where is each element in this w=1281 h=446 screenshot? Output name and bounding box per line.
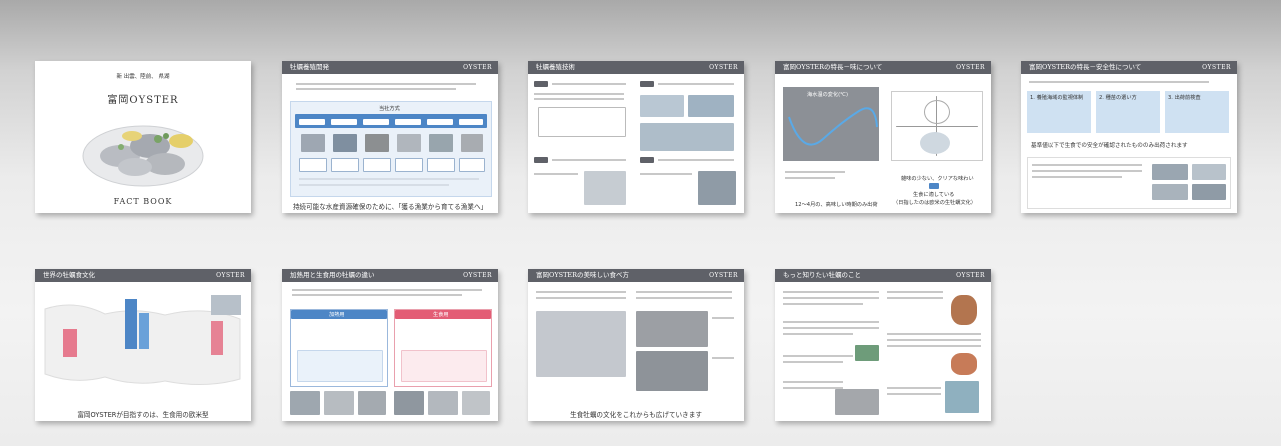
slide-title: 富岡OYSTERの美味しい食べ方 <box>536 271 630 279</box>
slide-thumbnail-9[interactable]: もっと知りたい牡蠣のこと OYSTER <box>775 269 991 421</box>
slide-thumbnail-2[interactable]: 牡蠣養殖開発 OYSTER 当社方式 持続可能な水産資源確保のために、「獲る漁業か… <box>282 61 498 213</box>
cover-subtitle: FACT BOOK <box>113 197 173 206</box>
slide-title: 加熱用と生食用の牡蠣の違い <box>290 271 375 279</box>
method-panel-title: 当社方式 <box>379 106 400 112</box>
oyster-logo: OYSTER <box>956 272 985 279</box>
slide-caption: 富岡OYSTERが目指すのは、生食用の欧米型 <box>77 411 209 419</box>
slide-thumbnail-5[interactable]: 富岡OYSTERの特長－安全性について OYSTER 1. 養殖海域の監視体制 2… <box>1021 61 1237 213</box>
taste-label-raw: 生食に適している <box>913 192 955 198</box>
slide-title: もっと知りたい牡蠣のこと <box>783 271 861 279</box>
slide-header: 富岡OYSTERの特長－味について OYSTER <box>775 61 991 74</box>
slide-title: 牡蠣養殖技術 <box>536 63 575 71</box>
oyster-logo: OYSTER <box>1202 64 1231 71</box>
oyster-logo: OYSTER <box>709 64 738 71</box>
slide-header: もっと知りたい牡蠣のこと OYSTER <box>775 269 991 282</box>
taste-label-clear: 雑味の少ない、クリアな味わい <box>901 176 974 182</box>
oyster-plate-image <box>82 125 204 187</box>
oyster-logo: OYSTER <box>709 272 738 279</box>
safety-box-3: 3. 出荷前検査 <box>1165 91 1229 133</box>
oyster-logo: OYSTER <box>463 64 492 71</box>
slide-header: 牡蠣養殖開発 OYSTER <box>282 61 498 74</box>
oyster-logo: OYSTER <box>956 64 985 71</box>
raw-use-panel: 生食用 <box>394 309 492 387</box>
sea-temperature-chart: 海水温の変化(℃) <box>783 87 879 161</box>
slide-caption: 生食牡蠣の文化をこれからも広げていきます <box>570 411 702 419</box>
slide-header: 牡蠣養殖技術 OYSTER <box>528 61 744 74</box>
chart-caption: 12～4月の、高味しい時期のみ出荷 <box>795 202 878 208</box>
slide-title: 富岡OYSTERの特長－味について <box>783 63 883 71</box>
slide-thumbnail-1[interactable]: 新 出雲、陸前、 県湖 富岡OYSTER FACT BOOK <box>35 61 251 213</box>
oyster-plate-photo <box>536 311 626 377</box>
slide-header: 富岡OYSTERの特長－安全性について OYSTER <box>1021 61 1237 74</box>
world-map-image <box>44 295 241 386</box>
slide-thumbnail-3[interactable]: 牡蠣養殖技術 OYSTER <box>528 61 744 213</box>
slide-thumbnail-6[interactable]: 世界の牡蠣食文化 OYSTER 富岡OYSTERが目指すのは、生食用の欧米型 <box>35 269 251 421</box>
slide-caption: 持続可能な水産資源確保のために、「獲る漁業から育てる漁業へ」 <box>292 203 488 211</box>
slide-thumbnail-8[interactable]: 富岡OYSTERの美味しい食べ方 OYSTER 生食牡蠣の文化をこれからも広げてい… <box>528 269 744 421</box>
safety-banner: 基準値以下で生食での安全が確認されたもののみ出荷されます <box>1031 143 1188 149</box>
safety-box-1: 1. 養殖海域の監視体制 <box>1027 91 1091 133</box>
taste-map <box>891 91 983 161</box>
taste-label-culture: （日指したのは欧米の生牡蠣文化） <box>893 200 977 206</box>
safety-box-2: 2. 種苗の選い方 <box>1096 91 1160 133</box>
method-panel: 当社方式 <box>290 101 492 197</box>
slide-thumbnail-7[interactable]: 加熱用と生食用の牡蠣の違い OYSTER 加熱用 生食用 <box>282 269 498 421</box>
slide-title: 牡蠣養殖開発 <box>290 63 329 71</box>
slide-thumbnail-4[interactable]: 富岡OYSTERの特長－味について OYSTER 海水温の変化(℃) 12～4月の… <box>775 61 991 213</box>
slide-header: 加熱用と生食用の牡蠣の違い OYSTER <box>282 269 498 282</box>
cooked-use-panel: 加熱用 <box>290 309 388 387</box>
slide-header: 富岡OYSTERの美味しい食べ方 OYSTER <box>528 269 744 282</box>
slide-title: 富岡OYSTERの特長－安全性について <box>1029 63 1142 71</box>
oyster-logo: OYSTER <box>463 272 492 279</box>
